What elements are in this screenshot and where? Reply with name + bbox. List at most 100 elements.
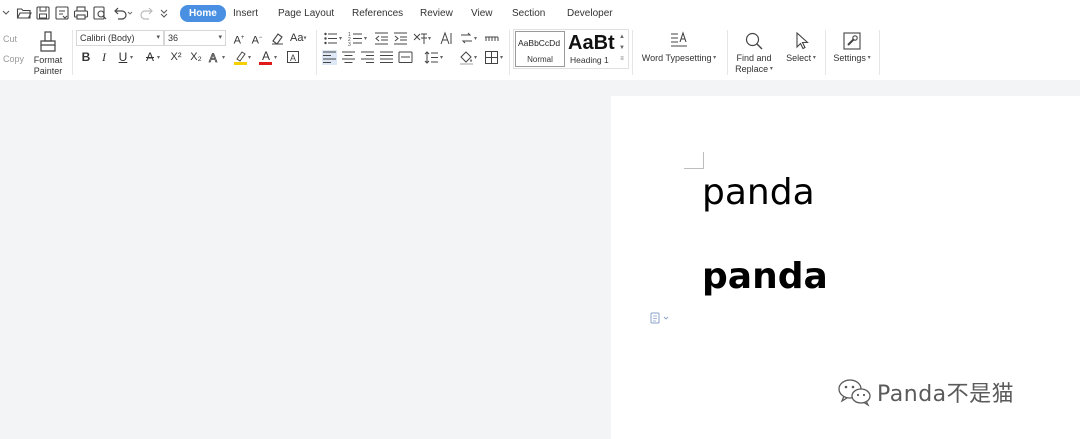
find-replace-label-1: Find and xyxy=(736,53,772,63)
shading-icon[interactable] xyxy=(459,50,474,65)
line-spacing-dropdown[interactable]: ▾ xyxy=(440,52,443,62)
print-icon[interactable] xyxy=(73,5,89,21)
chevron-icon[interactable] xyxy=(0,5,10,21)
document-text-line-bold[interactable]: panda xyxy=(702,256,828,298)
style-normal-sample: AaBbCcDd xyxy=(518,38,561,48)
highlight-icon[interactable] xyxy=(233,50,248,65)
chevron-down-icon: ▾ xyxy=(711,55,717,62)
font-size-select[interactable]: 36 ▾ xyxy=(164,30,226,46)
decrease-font-size-icon[interactable]: A− xyxy=(250,31,264,48)
align-left-icon[interactable] xyxy=(322,50,337,65)
line-spacing-icon[interactable] xyxy=(424,50,439,65)
font-color-dropdown[interactable]: ▾ xyxy=(274,52,277,62)
decrease-indent-icon[interactable] xyxy=(374,31,389,46)
shading-dropdown[interactable]: ▾ xyxy=(474,52,477,62)
chevron-down-icon: ▾ xyxy=(474,36,478,43)
settings-icon xyxy=(843,32,861,50)
open-folder-icon[interactable] xyxy=(16,5,32,21)
find-replace-button[interactable]: Find and Replace ▾ xyxy=(731,31,777,75)
chinese-layout-icon[interactable] xyxy=(413,31,428,46)
select-button[interactable]: Select ▾ xyxy=(782,31,820,64)
expand-styles-icon[interactable]: ≡ xyxy=(618,54,626,65)
svg-text:A: A xyxy=(209,51,217,65)
font-family-value: Calibri (Body) xyxy=(80,33,135,43)
change-case-button[interactable]: Aa▾ xyxy=(290,32,306,44)
watermark: Panda不是猫 xyxy=(837,376,1014,408)
chevron-down-icon[interactable]: ▼ xyxy=(618,43,626,54)
bullets-dropdown[interactable]: ▾ xyxy=(339,33,342,43)
strikethrough-icon[interactable]: A xyxy=(143,50,157,64)
font-size-value: 36 xyxy=(168,33,179,43)
increase-font-size-icon[interactable]: A+ xyxy=(232,31,246,48)
tab-view[interactable]: View xyxy=(471,6,493,22)
tab-home[interactable]: Home xyxy=(180,5,226,22)
tab-developer[interactable]: Developer xyxy=(567,6,613,22)
cut-button[interactable]: Cut xyxy=(3,34,17,44)
document-page[interactable]: panda panda Panda不是猫 xyxy=(611,96,1080,439)
chevron-down-icon: ▾ xyxy=(222,55,226,62)
styles-scroll[interactable]: ▲ ▼ ≡ xyxy=(618,32,626,65)
style-heading-label: Heading 1 xyxy=(570,55,609,65)
customize-icon[interactable] xyxy=(159,5,169,21)
print-preview-icon[interactable] xyxy=(92,5,108,21)
borders-icon[interactable] xyxy=(484,50,499,65)
sort-dropdown[interactable]: ▾ xyxy=(474,33,477,43)
superscript-button[interactable]: X² xyxy=(167,50,185,64)
character-border-icon[interactable]: A xyxy=(286,50,301,65)
redo-icon[interactable] xyxy=(139,5,155,21)
search-icon xyxy=(745,32,763,50)
chevron-up-icon[interactable]: ▲ xyxy=(618,32,626,43)
bold-button[interactable]: B xyxy=(79,50,93,64)
text-direction-icon[interactable] xyxy=(439,31,454,46)
numbering-icon[interactable]: 123 xyxy=(348,31,363,46)
chinese-layout-dropdown[interactable]: ▾ xyxy=(428,33,431,43)
watermark-text: Panda不是猫 xyxy=(877,382,1015,407)
wechat-icon xyxy=(838,379,871,407)
text-effects-dropdown[interactable]: ▾ xyxy=(222,52,225,62)
tab-review[interactable]: Review xyxy=(420,6,453,22)
increase-indent-icon[interactable] xyxy=(393,31,408,46)
align-right-icon[interactable] xyxy=(360,50,375,65)
chevron-down-icon: ▾ xyxy=(274,55,278,62)
chevron-down-icon: ▾ xyxy=(865,55,871,62)
show-marks-icon[interactable] xyxy=(484,31,499,46)
sort-icon[interactable] xyxy=(459,31,474,46)
style-normal[interactable]: AaBbCcDd Normal xyxy=(515,31,565,67)
tab-page-layout[interactable]: Page Layout xyxy=(278,6,334,22)
strikethrough-dropdown[interactable]: ▾ xyxy=(157,52,160,62)
distributed-icon[interactable] xyxy=(398,50,413,65)
export-pdf-icon[interactable] xyxy=(54,5,70,21)
undo-icon[interactable] xyxy=(112,5,134,21)
tab-insert[interactable]: Insert xyxy=(233,6,258,22)
chevron-down-icon: ▾ xyxy=(339,36,343,43)
paste-options-icon[interactable] xyxy=(650,311,672,324)
word-typesetting-label: Word Typesetting xyxy=(641,53,712,63)
justify-icon[interactable] xyxy=(379,50,394,65)
style-heading-1[interactable]: AaBt Heading 1 xyxy=(567,31,615,67)
align-center-icon[interactable] xyxy=(341,50,356,65)
chevron-down-icon: ▾ xyxy=(440,55,444,62)
text-effects-icon[interactable]: A xyxy=(208,50,223,65)
underline-dropdown[interactable]: ▾ xyxy=(130,52,133,62)
highlight-dropdown[interactable]: ▾ xyxy=(248,52,251,62)
word-typesetting-button[interactable]: Word Typesetting ▾ xyxy=(638,31,720,64)
subscript-button[interactable]: X₂ xyxy=(187,50,205,64)
font-family-select[interactable]: Calibri (Body) ▾ xyxy=(76,30,164,46)
save-icon[interactable] xyxy=(35,5,51,21)
borders-dropdown[interactable]: ▾ xyxy=(500,52,503,62)
chevron-down-icon: ▾ xyxy=(156,34,160,41)
font-color-button[interactable]: A xyxy=(259,49,273,65)
numbering-dropdown[interactable]: ▾ xyxy=(364,33,367,43)
copy-button[interactable]: Copy xyxy=(3,54,24,64)
tab-section[interactable]: Section xyxy=(512,6,545,22)
document-text-line[interactable]: panda xyxy=(702,172,815,214)
format-painter-button[interactable]: Format Painter xyxy=(30,31,66,77)
underline-button[interactable]: U xyxy=(116,50,130,64)
chevron-down-icon: ▾ xyxy=(218,34,222,41)
cursor-icon xyxy=(796,31,809,50)
italic-button[interactable]: I xyxy=(97,50,111,64)
settings-button[interactable]: Settings ▾ xyxy=(830,31,874,64)
clear-formatting-icon[interactable] xyxy=(270,31,285,46)
bullets-icon[interactable] xyxy=(323,31,338,46)
tab-references[interactable]: References xyxy=(352,6,403,22)
